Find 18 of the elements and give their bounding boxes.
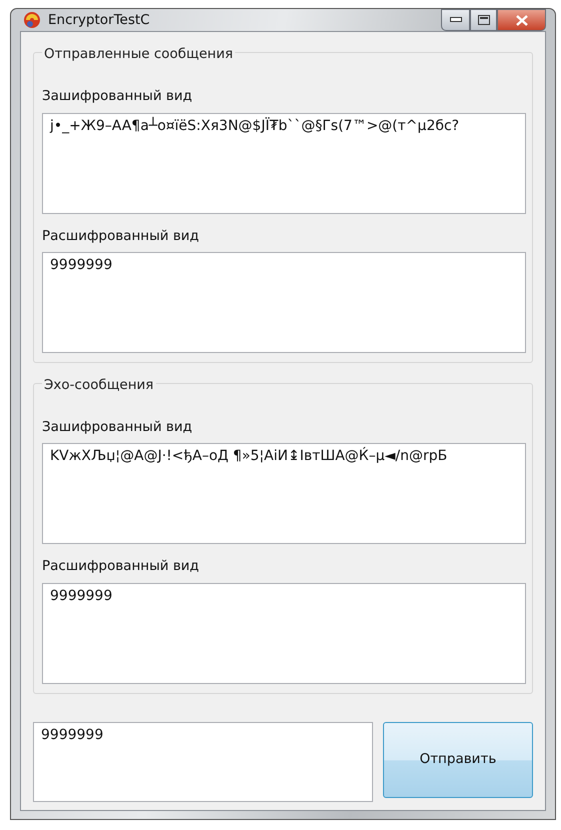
minimize-icon [450,17,462,23]
field-label: Зашифрованный вид [42,418,194,437]
maximize-icon [478,15,490,25]
decrypted-text-field[interactable]: 9999999 [42,252,526,353]
maximize-button[interactable] [470,9,497,31]
message-input-field[interactable]: 9999999 [33,722,373,802]
window-title: EncryptorTestC [48,10,150,30]
minimize-button[interactable] [441,9,470,31]
send-button[interactable]: Отправить [382,722,533,798]
app-icon [22,10,42,30]
field-label: Расшифрованный вид [42,226,200,246]
close-icon [516,14,528,26]
field-label: Расшифрованный вид [42,557,200,576]
encrypted-text-field[interactable]: j•_+Ж9–AA¶a┴o¤ïëS:Xя3N@$JЇ₮b``@§Гs(7™>@(т^µ2бc? [42,112,526,214]
decrypted-text-field[interactable]: 9999999 [42,582,526,684]
field-label: Зашифрованный вид [42,87,194,106]
close-button[interactable] [497,9,546,31]
encrypted-text-field[interactable]: KVжXЉџ¦@A@J·!<ђA–oД ¶»5¦AiИ↨IвтШA@Ќ–µ◄/n@rpБ [42,443,526,544]
